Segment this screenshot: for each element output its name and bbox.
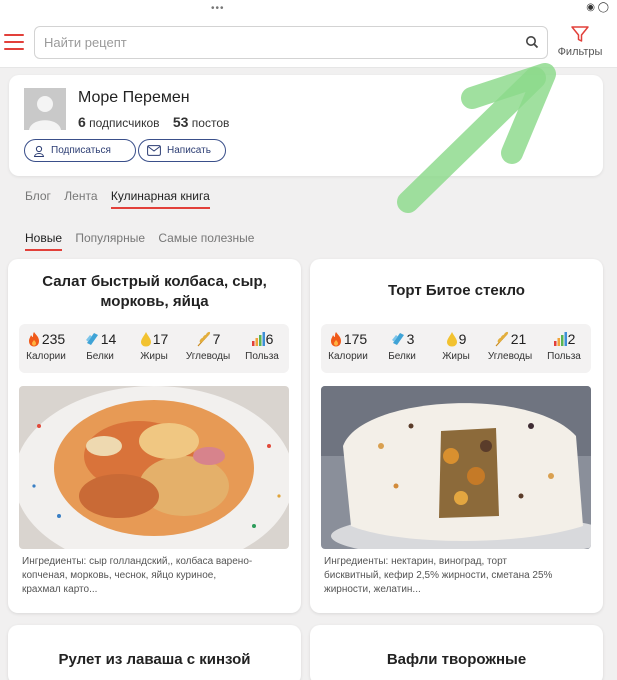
- fats-cell: 17 Жиры: [127, 324, 181, 373]
- protein-icon: [85, 333, 98, 345]
- posts-count: 53: [172, 114, 189, 130]
- benefit-value: 6: [265, 331, 274, 347]
- filters-button[interactable]: Фильтры: [549, 24, 611, 64]
- hamburger-menu-icon[interactable]: [4, 34, 24, 50]
- ingredients-line: жирности, желатин...: [324, 584, 421, 595]
- profile-card: Море Перемен 6 подписчиков 53 постов Под…: [9, 75, 603, 176]
- salad-photo: [19, 386, 289, 549]
- search-input[interactable]: [35, 27, 505, 58]
- subscribers-count: 6: [78, 114, 86, 130]
- search-box: [34, 26, 548, 59]
- cake-photo: [321, 386, 591, 549]
- subscribers-label: подписчиков: [89, 116, 160, 130]
- fats-label: Жиры: [140, 351, 168, 362]
- message-label: Написать: [167, 145, 211, 156]
- main-tabs: Блог Лента Кулинарная книга: [25, 189, 220, 203]
- carbs-cell: 7 Углеводы: [181, 324, 235, 373]
- benefit-label: Польза: [245, 351, 279, 362]
- search-icon[interactable]: [525, 35, 539, 49]
- tab-most-useful[interactable]: Самые полезные: [158, 231, 254, 245]
- proteins-label: Белки: [388, 351, 416, 362]
- proteins-cell: 3 Белки: [375, 324, 429, 373]
- posts-label: постов: [191, 116, 230, 130]
- recipe-card[interactable]: Торт Битое стекло 175 Калории 3 Белки 9 …: [310, 259, 603, 613]
- flame-icon: [330, 332, 341, 347]
- benefit-value: 2: [567, 331, 576, 347]
- tab-blog[interactable]: Блог: [25, 189, 51, 203]
- recipe-title[interactable]: Торт Битое стекло: [320, 281, 593, 301]
- tab-popular[interactable]: Популярные: [75, 231, 145, 245]
- protein-icon: [391, 333, 404, 345]
- ingredients-line: Ингредиенты: нектарин, виноград, торт: [324, 556, 508, 567]
- avatar[interactable]: [24, 88, 66, 130]
- flame-icon: [28, 332, 39, 347]
- filters-label: Фильтры: [557, 46, 603, 58]
- recipe-card[interactable]: Рулет из лаваша с кинзой: [8, 625, 301, 680]
- recipe-card[interactable]: Салат быстрый колбаса, сыр, морковь, яйц…: [8, 259, 301, 613]
- recipe-photo[interactable]: 1 7: [321, 386, 591, 549]
- carbs-value: 7: [212, 331, 221, 347]
- bar-chart-icon: [553, 332, 567, 346]
- envelope-icon: [147, 145, 161, 156]
- recipe-title-line: морковь, яйца: [100, 293, 209, 310]
- oil-drop-icon: [446, 332, 457, 347]
- benefit-cell: 6 Польза: [235, 324, 289, 373]
- proteins-value: 14: [100, 331, 117, 347]
- carbs-label: Углеводы: [185, 351, 231, 362]
- fats-label: Жиры: [442, 351, 470, 362]
- recipe-photo[interactable]: 0 3: [19, 386, 289, 549]
- message-button[interactable]: Написать: [138, 139, 226, 162]
- proteins-value: 3: [406, 331, 415, 347]
- wifi-icon: ◉ ◯: [586, 2, 609, 13]
- calories-value: 235: [41, 331, 66, 347]
- ingredients-text: Ингредиенты: нектарин, виноград, торт би…: [324, 555, 592, 597]
- tab-cookbook[interactable]: Кулинарная книга: [111, 189, 210, 203]
- top-bar: Фильтры: [0, 16, 617, 68]
- status-dots: •••: [211, 3, 225, 14]
- fats-cell: 9 Жиры: [429, 324, 483, 373]
- recipe-title-line: Торт Битое стекло: [388, 282, 525, 299]
- wheat-icon: [495, 331, 508, 347]
- calories-label: Калории: [26, 351, 66, 362]
- calories-value: 175: [343, 331, 368, 347]
- nutrition-panel: 235 Калории 14 Белки 17 Жиры 7 Углеводы …: [19, 324, 289, 373]
- calories-cell: 235 Калории: [19, 324, 73, 373]
- ingredients-line: копченая, морковь, чеснок, яйцо куриное,: [22, 570, 217, 581]
- wheat-icon: [197, 331, 210, 347]
- recipe-card[interactable]: Вафли творожные: [310, 625, 603, 680]
- bar-chart-icon: [251, 332, 265, 346]
- recipe-title-line: Салат быстрый колбаса, сыр,: [42, 273, 267, 290]
- sort-tabs: Новые Популярные Самые полезные: [25, 231, 264, 245]
- carbs-value: 21: [510, 331, 527, 347]
- calories-cell: 175 Калории: [321, 324, 375, 373]
- fats-value: 9: [458, 331, 467, 347]
- user-silhouette-icon: [24, 88, 66, 130]
- nutrition-panel: 175 Калории 3 Белки 9 Жиры 21 Углеводы 2…: [321, 324, 591, 373]
- proteins-cell: 14 Белки: [73, 324, 127, 373]
- benefit-label: Польза: [547, 351, 581, 362]
- carbs-label: Углеводы: [487, 351, 533, 362]
- subscribe-label: Подписаться: [51, 145, 111, 156]
- status-bar: ••• ◉ ◯: [0, 0, 617, 16]
- recipe-title[interactable]: Салат быстрый колбаса, сыр, морковь, яйц…: [18, 272, 291, 312]
- carbs-cell: 21 Углеводы: [483, 324, 537, 373]
- funnel-icon: [571, 26, 589, 42]
- profile-stats: 6 подписчиков 53 постов: [78, 114, 229, 130]
- ingredients-text: Ингредиенты: сыр голландский,, колбаса в…: [22, 555, 290, 597]
- tab-new[interactable]: Новые: [25, 231, 62, 245]
- ingredients-line: бисквитный, кефир 2,5% жирности, сметана…: [324, 570, 553, 581]
- subscribe-button[interactable]: Подписаться: [24, 139, 136, 162]
- proteins-label: Белки: [86, 351, 114, 362]
- oil-drop-icon: [140, 332, 151, 347]
- profile-name: Море Перемен: [78, 89, 190, 106]
- recipe-title[interactable]: Рулет из лаваша с кинзой: [18, 650, 291, 670]
- user-icon: [33, 145, 45, 157]
- tab-feed[interactable]: Лента: [64, 189, 97, 203]
- fats-value: 17: [152, 331, 169, 347]
- calories-label: Калории: [328, 351, 368, 362]
- ingredients-line: Ингредиенты: сыр голландский,, колбаса в…: [22, 556, 253, 567]
- benefit-cell: 2 Польза: [537, 324, 591, 373]
- recipe-title[interactable]: Вафли творожные: [320, 650, 593, 670]
- ingredients-line: крахмал карто...: [22, 584, 98, 595]
